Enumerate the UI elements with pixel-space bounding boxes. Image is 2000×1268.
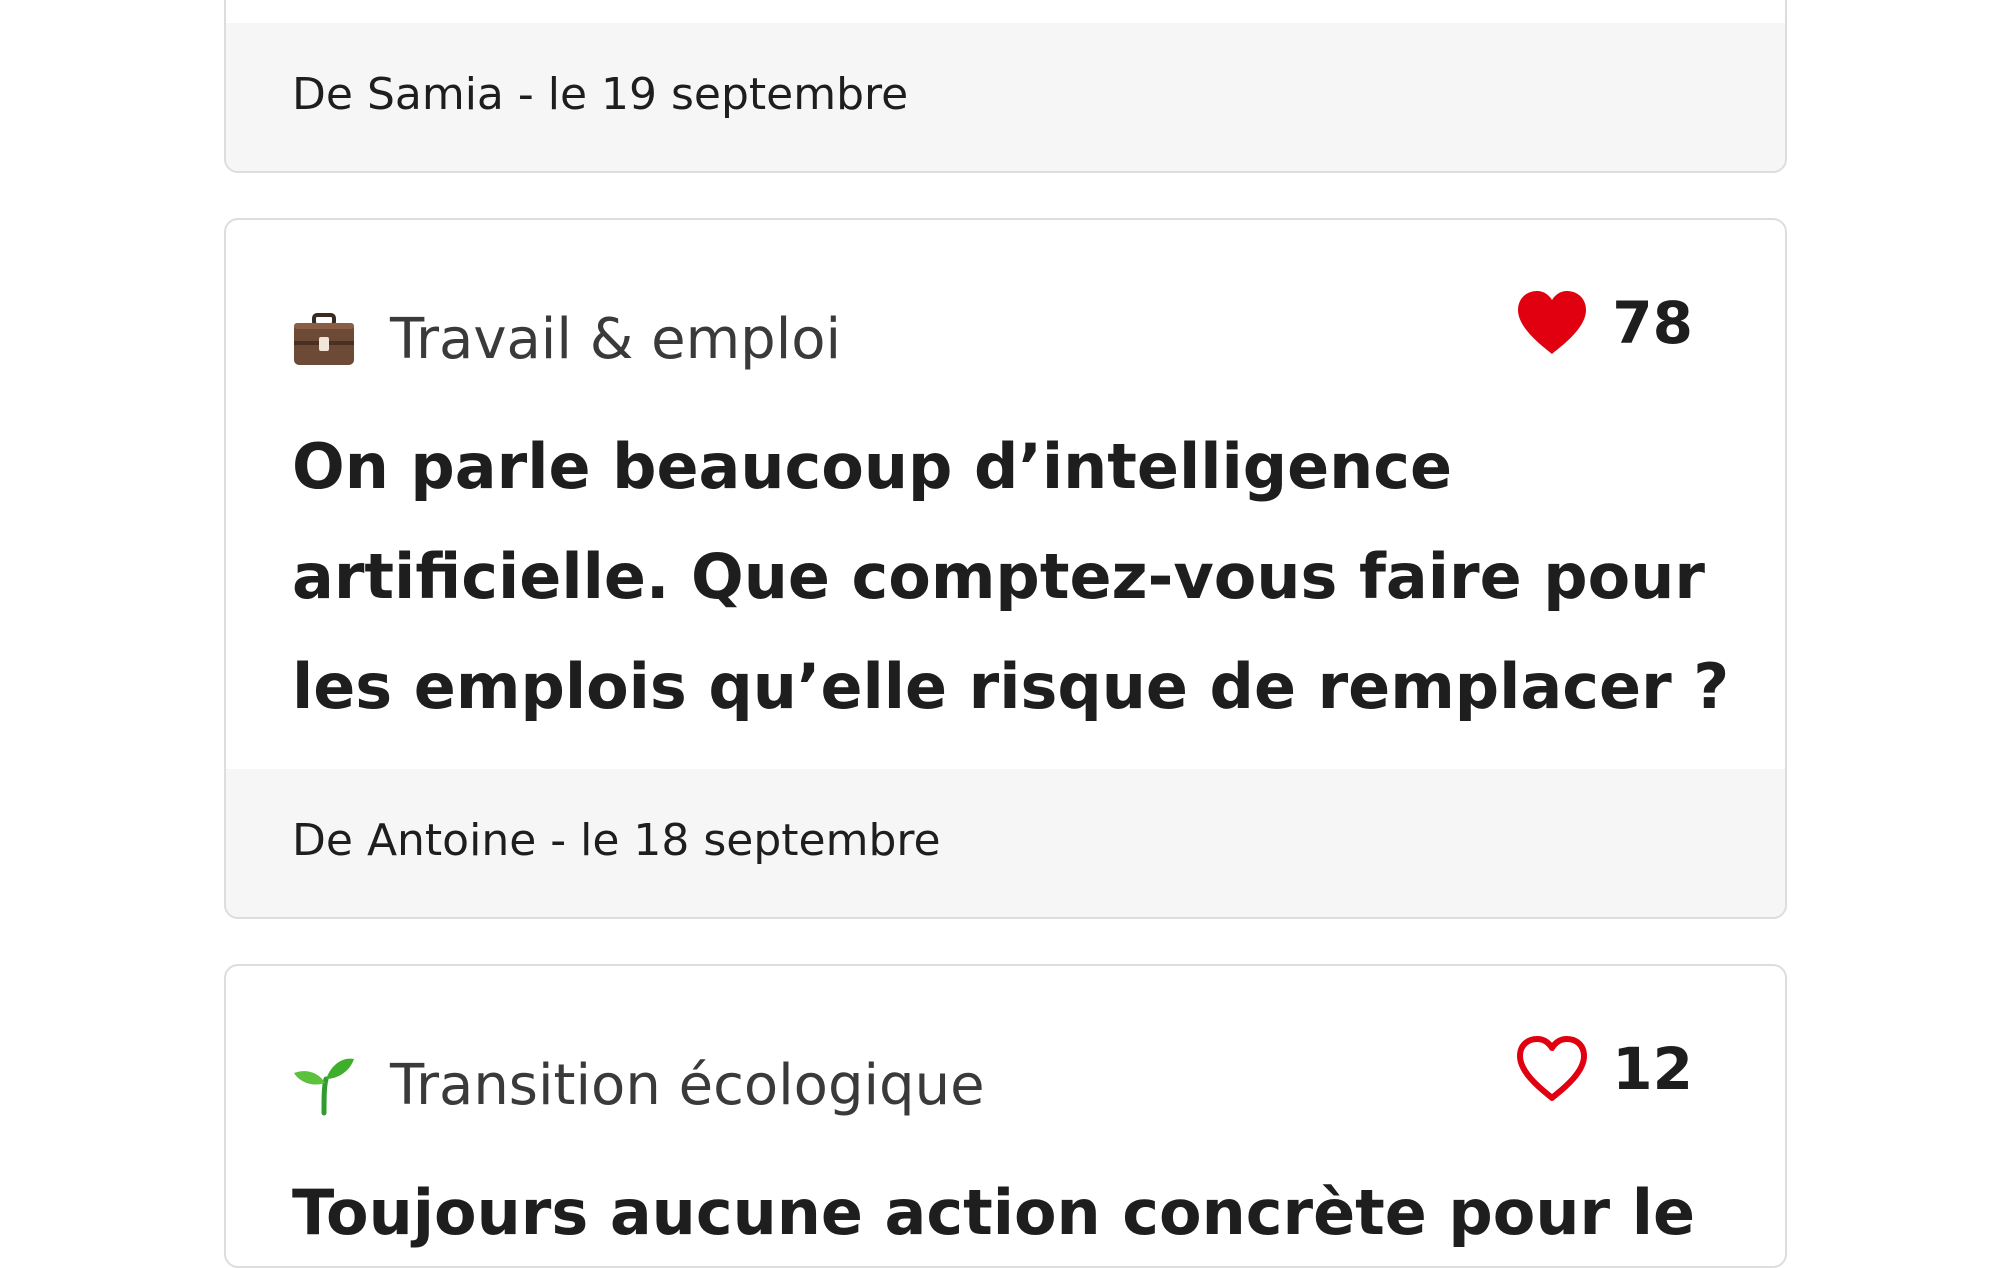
author-line: De Antoine - le 18 septembre — [292, 815, 941, 866]
question-text: Toujours aucune action concrète pour le — [292, 1176, 1695, 1249]
question-feed: De Samia - le 19 septembre Travail & emp… — [224, 0, 1787, 1268]
category-label: Transition écologique — [390, 1052, 985, 1118]
heart-filled-icon — [1518, 291, 1587, 354]
heart-outline-icon — [1517, 1036, 1588, 1101]
question-card[interactable]: Travail & emploi 78 On parle beaucoup d’… — [224, 218, 1787, 919]
like-count: 78 — [1612, 289, 1693, 357]
author-line: De Samia - le 19 septembre — [292, 69, 909, 120]
like-count: 12 — [1612, 1035, 1693, 1103]
seedling-icon — [292, 1053, 356, 1117]
question-text: On parle beaucoup d’intelligence artific… — [292, 430, 1730, 723]
category-label: Travail & emploi — [390, 306, 842, 372]
category: Travail & emploi — [292, 304, 841, 374]
category: Transition écologique — [292, 1050, 985, 1120]
question-card[interactable]: De Samia - le 19 septembre — [224, 0, 1787, 173]
briefcase-icon — [292, 307, 356, 371]
question-card[interactable]: Transition écologique 12 Toujours aucune… — [224, 964, 1787, 1268]
like-button[interactable]: 78 — [1514, 288, 1693, 358]
like-button[interactable]: 12 — [1514, 1034, 1693, 1104]
card-footer: De Antoine - le 18 septembre — [226, 769, 1785, 917]
card-footer: De Samia - le 19 septembre — [226, 23, 1785, 171]
